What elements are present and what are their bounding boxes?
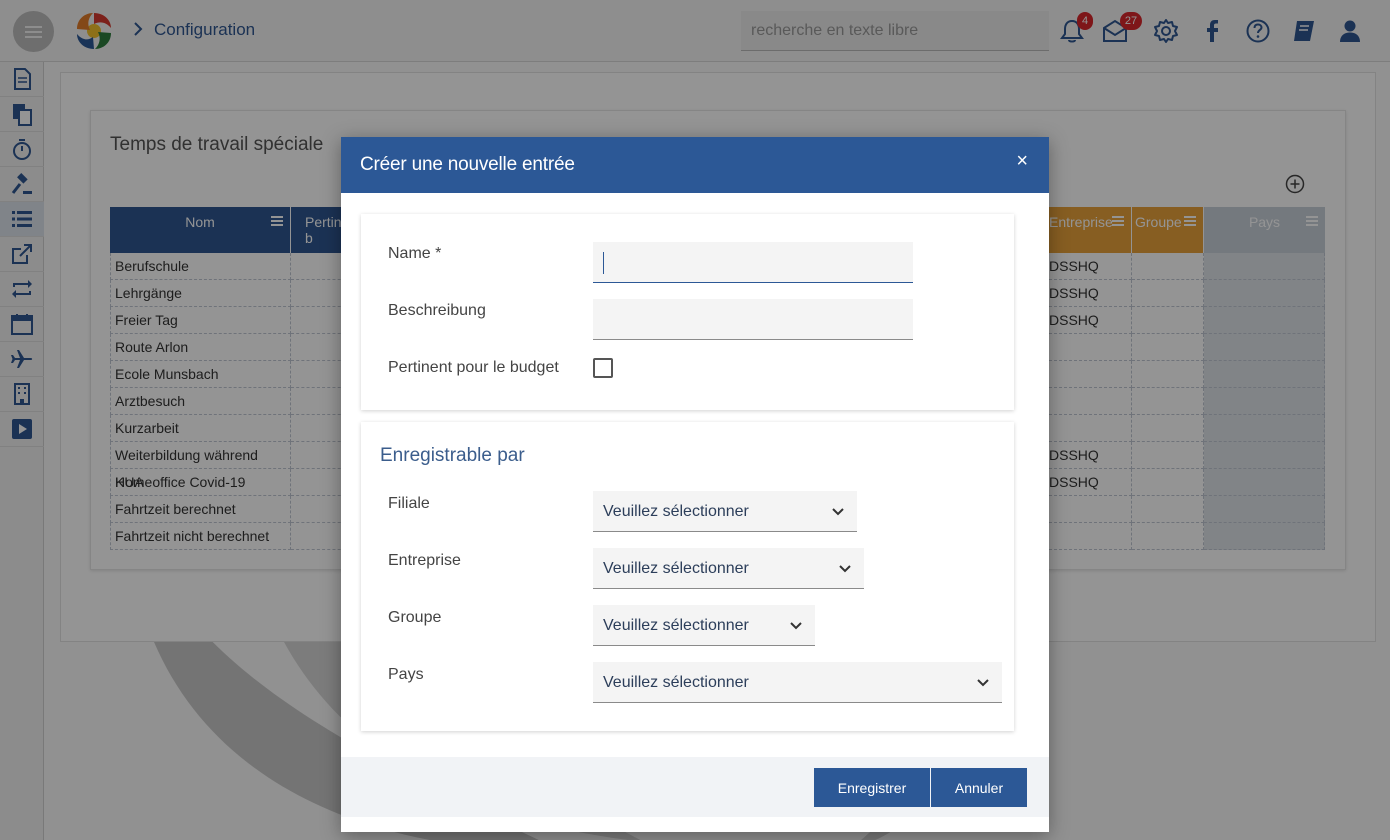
dialog-title: Créer une nouvelle entrée: [360, 154, 575, 175]
entreprise-label: Entreprise: [388, 552, 461, 569]
entry-details-panel: Name * Beschreibung Pertinent pour le bu…: [361, 214, 1014, 410]
budget-checkbox[interactable]: [593, 358, 613, 378]
chevron-down-icon: [790, 622, 802, 630]
filiale-label: Filiale: [388, 495, 430, 512]
groupe-label: Groupe: [388, 609, 442, 626]
budget-label: Pertinent pour le budget: [388, 359, 559, 376]
description-label: Beschreibung: [388, 302, 486, 319]
entreprise-select[interactable]: Veuillez sélectionner: [593, 548, 864, 589]
chevron-down-icon: [977, 679, 989, 687]
pays-label: Pays: [388, 666, 424, 683]
name-label: Name *: [388, 245, 442, 262]
name-field[interactable]: [593, 242, 913, 283]
section-title: Enregistrable par: [380, 445, 525, 466]
chevron-down-icon: [839, 565, 851, 573]
cancel-button[interactable]: Annuler: [931, 768, 1027, 807]
text-cursor: [603, 252, 604, 274]
pays-value: Veuillez sélectionner: [603, 674, 749, 691]
dialog-header: Créer une nouvelle entrée ×: [341, 137, 1049, 193]
chevron-down-icon: [832, 508, 844, 516]
groupe-value: Veuillez sélectionner: [603, 617, 749, 634]
filiale-select[interactable]: Veuillez sélectionner: [593, 491, 857, 532]
create-entry-dialog: Créer une nouvelle entrée × Name * Besch…: [341, 137, 1049, 832]
save-button[interactable]: Enregistrer: [814, 768, 930, 807]
filiale-value: Veuillez sélectionner: [603, 503, 749, 520]
entreprise-value: Veuillez sélectionner: [603, 560, 749, 577]
registrable-by-panel: Enregistrable par Filiale Veuillez sélec…: [361, 422, 1014, 731]
close-icon[interactable]: ×: [1016, 151, 1028, 171]
pays-select[interactable]: Veuillez sélectionner: [593, 662, 1002, 703]
groupe-select[interactable]: Veuillez sélectionner: [593, 605, 815, 646]
description-field[interactable]: [593, 299, 913, 340]
dialog-footer: Enregistrer Annuler: [341, 757, 1049, 817]
